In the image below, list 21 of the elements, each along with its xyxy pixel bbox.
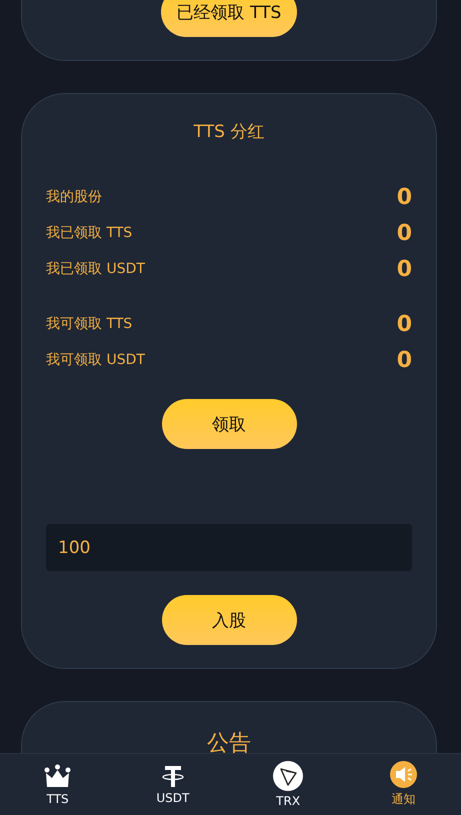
stat-value: 0 bbox=[396, 312, 412, 336]
claimed-button[interactable]: 已经领取 TTS bbox=[160, 0, 298, 37]
stat-value: 0 bbox=[396, 184, 412, 210]
claim-button[interactable]: 领取 bbox=[162, 399, 296, 449]
tron-icon bbox=[273, 761, 304, 791]
stat-label: 我可领取 TTS bbox=[46, 315, 132, 333]
tether-icon bbox=[160, 764, 185, 788]
join-button[interactable]: 入股 bbox=[162, 595, 296, 645]
amount-field[interactable]: 100 bbox=[46, 524, 412, 571]
stat-label: 我已领取 TTS bbox=[46, 224, 132, 242]
stat-value: 0 bbox=[396, 256, 412, 282]
stat-label: 我已领取 USDT bbox=[46, 260, 145, 278]
stat-value: 0 bbox=[396, 220, 412, 246]
stat-label: 我的股份 bbox=[46, 188, 102, 206]
nav-tab[interactable]: 通知 bbox=[346, 754, 461, 815]
speaker-icon bbox=[390, 761, 417, 788]
card-title: TTS 分红 bbox=[194, 121, 264, 143]
nav-tab[interactable]: TTS bbox=[0, 754, 116, 815]
stat-label: 我可领取 USDT bbox=[46, 351, 145, 369]
stat-value: 0 bbox=[396, 348, 412, 372]
crown-icon bbox=[44, 764, 72, 788]
